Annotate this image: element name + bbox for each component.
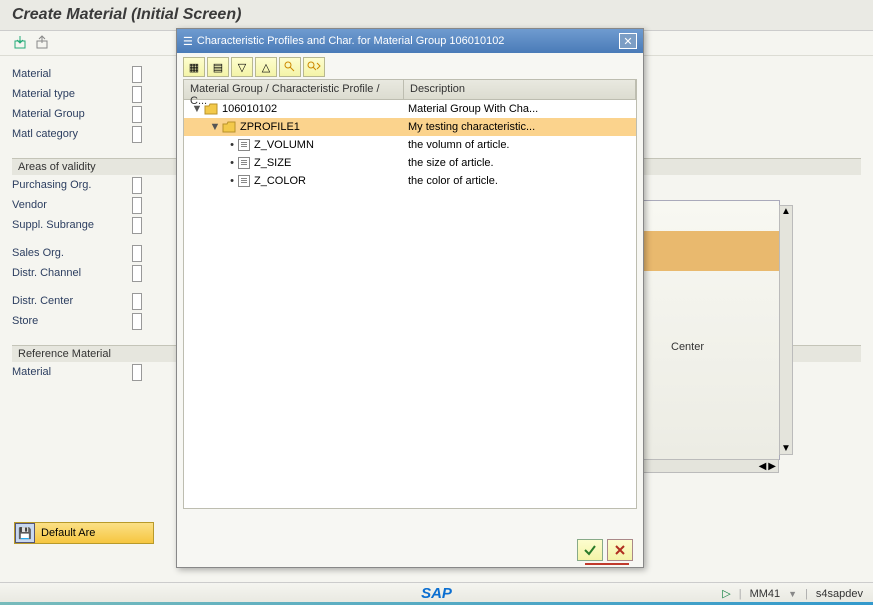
tree-item-label: Z_COLOR [254, 175, 306, 187]
document-icon [238, 139, 250, 151]
status-bar: SAP ▷ | MM41 ▼ | s4sapdev [0, 582, 873, 604]
tree-item-description: the color of article. [404, 175, 636, 187]
save-icon: 💾 [15, 523, 35, 543]
tree-row[interactable]: • Z_COLOR the color of article. [184, 172, 636, 190]
layout-2-icon[interactable]: ▤ [207, 57, 229, 77]
tree-item-description: Material Group With Cha... [404, 103, 636, 115]
find-next-icon[interactable] [303, 57, 325, 77]
selection-band [641, 231, 779, 271]
tree-item-label: ZPROFILE1 [240, 121, 300, 133]
ref-material-field[interactable] [132, 364, 142, 381]
dialog-title: Characteristic Profiles and Char. for Ma… [197, 35, 505, 47]
collapse-icon[interactable]: ▽ [231, 57, 253, 77]
dialog-footer [577, 539, 633, 561]
tree-item-description: the size of article. [404, 157, 636, 169]
purch-org-field[interactable] [132, 177, 142, 194]
store-field[interactable] [132, 313, 142, 330]
col-description-header[interactable]: Description [404, 80, 636, 99]
distr-channel-field[interactable] [132, 265, 142, 282]
document-icon [238, 175, 250, 187]
separator: | [739, 588, 742, 600]
default-area-label: Default Are [41, 527, 95, 539]
material-field[interactable] [132, 66, 142, 83]
material-type-field[interactable] [132, 86, 142, 103]
tree-item-label: Z_SIZE [254, 157, 291, 169]
tree-item-description: My testing characteristic... [404, 121, 636, 133]
dialog-toolbar: ▦ ▤ ▽ △ [177, 53, 643, 79]
cancel-button[interactable] [607, 539, 633, 561]
dialog-titlebar[interactable]: ☰ Characteristic Profiles and Char. for … [177, 29, 643, 53]
material-label: Material [12, 68, 132, 80]
user-label: s4sapdev [816, 588, 863, 600]
vendor-label: Vendor [12, 199, 132, 211]
bullet-icon: • [226, 175, 238, 187]
tree-body: ▼106010102Material Group With Cha...▼ZPR… [184, 100, 636, 190]
session-icon[interactable]: ▷ [722, 587, 730, 600]
material-group-label: Material Group [12, 108, 132, 120]
bullet-icon: • [226, 139, 238, 151]
tree-item-label: 106010102 [222, 103, 277, 115]
right-panel: Center ▲▼ ◀▶ [640, 200, 780, 460]
page-title: Create Material (Initial Screen) [12, 6, 861, 24]
subrange-label: Suppl. Subrange [12, 219, 132, 231]
tree-row[interactable]: ▼ ZPROFILE1 My testing characteristic... [184, 118, 636, 136]
bullet-icon: • [226, 157, 238, 169]
tcode-label: MM41 [750, 588, 781, 600]
toggle-icon[interactable]: ▼ [208, 121, 222, 133]
sap-logo: SAP [421, 585, 452, 602]
separator: | [805, 588, 808, 600]
tree-row[interactable]: • Z_VOLUMN the volumn of article. [184, 136, 636, 154]
tcode-dropdown-icon[interactable]: ▼ [788, 589, 797, 599]
matl-category-label: Matl category [12, 128, 132, 140]
material-type-label: Material type [12, 88, 132, 100]
distr-center-field[interactable] [132, 293, 142, 310]
horizontal-scrollbar[interactable]: ◀▶ [641, 459, 779, 473]
tree-row[interactable]: ▼ 106010102 Material Group With Cha... [184, 100, 636, 118]
subrange-field[interactable] [132, 217, 142, 234]
characteristic-profiles-dialog: ☰ Characteristic Profiles and Char. for … [176, 28, 644, 568]
document-icon [238, 157, 250, 169]
toggle-icon[interactable]: ▼ [190, 103, 204, 115]
data-in-icon[interactable] [12, 33, 30, 51]
folder-icon [222, 121, 236, 133]
vertical-scrollbar[interactable]: ▲▼ [779, 205, 793, 455]
folder-icon [204, 103, 218, 115]
tree-item-label: Z_VOLUMN [254, 139, 314, 151]
tree-row[interactable]: • Z_SIZE the size of article. [184, 154, 636, 172]
vendor-field[interactable] [132, 197, 142, 214]
close-icon[interactable]: ✕ [619, 33, 637, 49]
distr-channel-label: Distr. Channel [12, 267, 132, 279]
default-area-bar[interactable]: 💾 Default Are [14, 522, 154, 544]
ok-button[interactable] [577, 539, 603, 561]
window-icon: ☰ [183, 35, 193, 48]
find-icon[interactable] [279, 57, 301, 77]
sales-org-field[interactable] [132, 245, 142, 262]
sales-org-label: Sales Org. [12, 247, 132, 259]
focus-indicator [585, 563, 629, 565]
data-out-icon[interactable] [34, 33, 52, 51]
distr-center-label: Distr. Center [12, 295, 132, 307]
store-label: Store [12, 315, 132, 327]
title-bar: Create Material (Initial Screen) [0, 0, 873, 31]
material-group-field[interactable] [132, 106, 142, 123]
center-label: Center [671, 341, 704, 353]
tree-header: Material Group / Characteristic Profile … [184, 80, 636, 100]
tree-table: Material Group / Characteristic Profile … [183, 79, 637, 509]
matl-category-field[interactable] [132, 126, 142, 143]
purch-org-label: Purchasing Org. [12, 179, 132, 191]
col-profile-header[interactable]: Material Group / Characteristic Profile … [184, 80, 404, 99]
tree-item-description: the volumn of article. [404, 139, 636, 151]
ref-material-label: Material [12, 366, 132, 378]
expand-icon[interactable]: △ [255, 57, 277, 77]
layout-1-icon[interactable]: ▦ [183, 57, 205, 77]
